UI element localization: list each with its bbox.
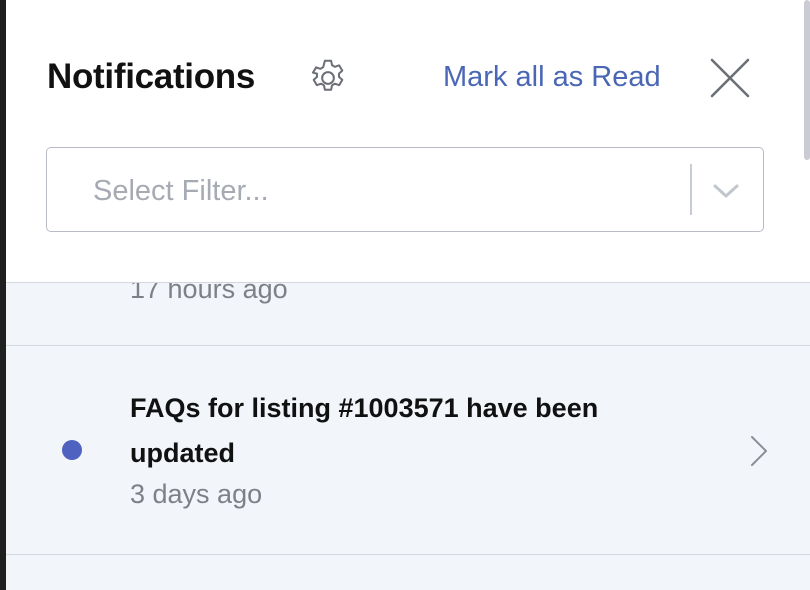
list-item[interactable]: FAQs for listing #1003571 have been upda… xyxy=(6,346,810,555)
notification-time: 3 days ago xyxy=(130,479,263,509)
notifications-panel: Notifications Mark all as Read Select Fi… xyxy=(6,0,810,590)
gear-icon[interactable] xyxy=(306,56,350,100)
unread-indicator xyxy=(62,440,82,460)
notification-time: 17 hours ago xyxy=(130,282,288,304)
chevron-down-icon[interactable] xyxy=(711,176,741,206)
list-item[interactable]: 17 hours ago xyxy=(6,282,810,346)
page-title: Notifications xyxy=(47,57,256,96)
filter-input[interactable] xyxy=(91,166,675,216)
scrollbar[interactable] xyxy=(804,0,810,160)
filter-divider xyxy=(690,164,692,215)
chevron-right-icon[interactable] xyxy=(746,434,772,468)
panel-header: Notifications Mark all as Read xyxy=(6,0,810,283)
filter-select[interactable] xyxy=(46,147,764,232)
mark-all-read-link[interactable]: Mark all as Read xyxy=(443,61,661,94)
close-icon[interactable] xyxy=(708,56,752,100)
notification-message: FAQs for listing #1003571 have been upda… xyxy=(130,393,599,468)
notification-list: 17 hours ago FAQs for listing #1003571 h… xyxy=(6,282,810,590)
